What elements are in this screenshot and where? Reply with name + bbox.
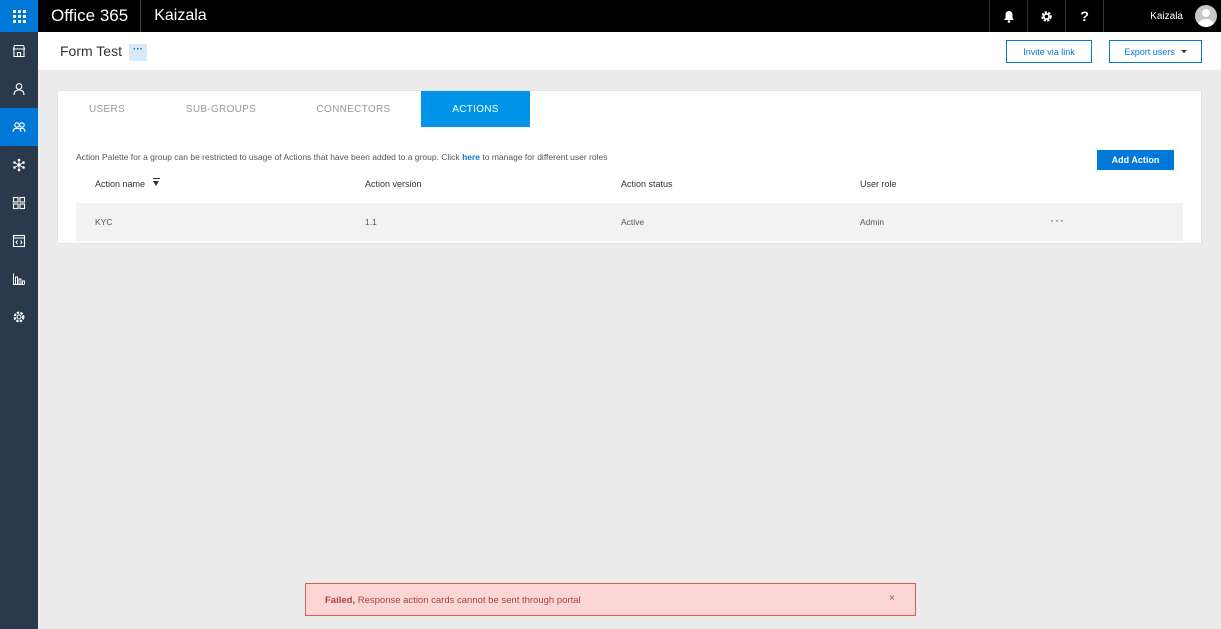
column-header-action-version: Action version <box>365 179 422 189</box>
settings-icon <box>13 311 25 323</box>
toast-prefix: Failed, <box>325 595 356 606</box>
connectors-icon <box>13 158 25 172</box>
username: Kaizala <box>1150 10 1183 22</box>
nav-item-code[interactable] <box>0 222 38 260</box>
tab-users[interactable]: USERS <box>58 91 156 127</box>
nav-item-settings[interactable] <box>0 298 38 336</box>
close-icon[interactable]: × <box>889 593 895 604</box>
sort-descending-icon <box>152 178 160 186</box>
info-text-before: Action Palette for a group can be restri… <box>76 152 463 162</box>
user-role-cell: Admin <box>860 217 885 227</box>
chevron-down-icon <box>1180 50 1187 53</box>
waffle-icon <box>12 9 26 23</box>
brand-title[interactable]: Office 365 <box>38 0 142 32</box>
toast-message: Failed, Response action cards cannot be … <box>325 595 581 606</box>
groups-icon <box>12 122 26 133</box>
user-menu[interactable]: Kaizala <box>1103 0 1221 32</box>
nav-item-users[interactable] <box>0 70 38 108</box>
help-button[interactable]: ? <box>1065 0 1103 32</box>
notifications-button[interactable] <box>989 0 1027 32</box>
apps-icon <box>12 196 26 210</box>
error-toast: Failed, Response action cards cannot be … <box>305 583 916 616</box>
action-version-cell: 1.1 <box>365 217 377 227</box>
code-icon <box>12 234 26 248</box>
analytics-icon <box>13 273 25 285</box>
left-nav <box>0 32 38 629</box>
column-label: Action name <box>95 179 146 189</box>
column-header-action-name[interactable]: Action name <box>95 178 160 189</box>
nav-item-store[interactable] <box>0 32 38 70</box>
tab-bar: USERS SUB-GROUPS CONNECTORS ACTIONS <box>58 91 530 127</box>
avatar <box>1195 5 1217 27</box>
app-launcher-button[interactable] <box>0 0 38 32</box>
group-details-card: USERS SUB-GROUPS CONNECTORS ACTIONS Acti… <box>57 90 1202 244</box>
action-name-cell: KYC <box>95 217 113 227</box>
nav-item-connectors[interactable] <box>0 146 38 184</box>
invite-label: Invite via link <box>1023 46 1075 57</box>
invite-via-link-button[interactable]: Invite via link <box>1006 40 1092 63</box>
app-name[interactable]: Kaizala <box>141 7 206 25</box>
export-users-button[interactable]: Export users <box>1109 40 1202 63</box>
page-title: Form Test <box>60 43 122 59</box>
tab-sub-groups[interactable]: SUB-GROUPS <box>156 91 286 127</box>
bell-icon <box>1003 10 1014 23</box>
nav-item-apps[interactable] <box>0 184 38 222</box>
top-bar: Office 365 Kaizala ? Kaizala <box>0 0 1221 32</box>
info-text-after: to manage for different user roles <box>480 152 608 162</box>
column-header-user-role: User role <box>860 179 897 189</box>
help-icon: ? <box>1080 8 1089 24</box>
tab-actions[interactable]: ACTIONS <box>421 91 530 127</box>
row-more-icon[interactable]: ··· <box>1050 213 1065 227</box>
toast-body: Response action cards cannot be sent thr… <box>355 595 581 606</box>
manage-roles-link[interactable]: here <box>462 152 480 162</box>
person-icon <box>13 83 25 96</box>
group-header: Form Test ··· Invite via link Export use… <box>38 32 1221 70</box>
top-bar-actions: ? Kaizala <box>989 0 1221 32</box>
table-row[interactable]: KYC 1.1 Active Admin ··· <box>76 203 1183 241</box>
nav-item-analytics[interactable] <box>0 260 38 298</box>
settings-button[interactable] <box>1027 0 1065 32</box>
group-more-button[interactable]: ··· <box>129 44 147 61</box>
action-status-cell: Active <box>621 217 645 227</box>
store-icon <box>12 44 26 58</box>
nav-item-groups[interactable] <box>0 108 38 146</box>
action-palette-info: Action Palette for a group can be restri… <box>76 152 607 162</box>
tab-connectors[interactable]: CONNECTORS <box>286 91 421 127</box>
gear-icon <box>1041 10 1052 22</box>
add-action-button[interactable]: Add Action <box>1097 150 1174 170</box>
export-label: Export users <box>1124 46 1175 57</box>
column-header-action-status: Action status <box>621 179 673 189</box>
